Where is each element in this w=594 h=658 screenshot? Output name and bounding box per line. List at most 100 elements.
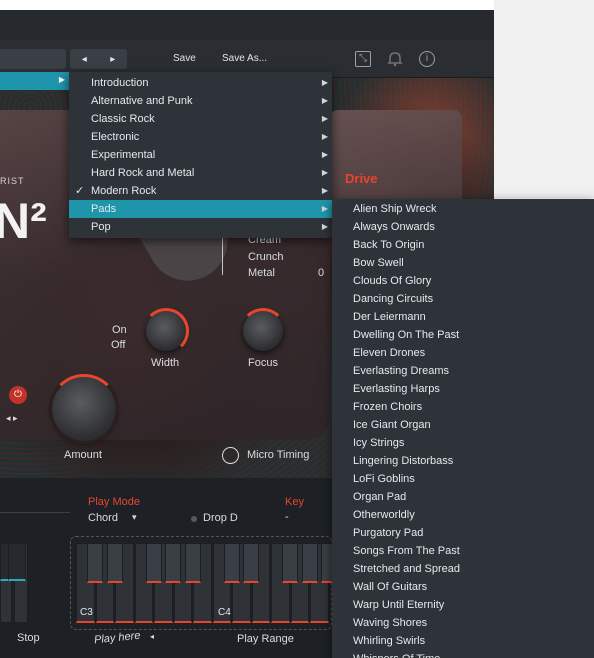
screen: ◂ ▸ Save Save As... ⤡ i Drive RIST N² Cr… xyxy=(0,0,594,658)
black-key[interactable] xyxy=(243,543,259,583)
preset-category-highlight[interactable]: ▶ xyxy=(0,72,69,90)
menu-item-electronic[interactable]: Electronic ▶ xyxy=(69,128,332,146)
submenu-item[interactable]: Clouds Of Glory xyxy=(353,272,431,290)
black-key[interactable] xyxy=(301,543,318,583)
drop-d-label[interactable]: Drop D xyxy=(203,512,238,524)
c3-label: C3 xyxy=(80,607,93,618)
width-off-label[interactable]: Off xyxy=(111,339,125,351)
drive-panel xyxy=(330,110,462,210)
amount-label: Amount xyxy=(64,449,102,461)
category-menu: Introduction ▶ Alternative and Punk ▶ Classi… xyxy=(69,72,332,238)
next-preset-button[interactable]: ▸ xyxy=(110,54,115,65)
chevron-right-icon: ▶ xyxy=(321,78,328,87)
menu-item-pop[interactable]: Pop ▶ xyxy=(69,218,332,236)
save-button[interactable]: Save xyxy=(173,53,196,64)
black-key[interactable] xyxy=(165,543,181,583)
submenu-item[interactable]: Songs From The Past xyxy=(353,542,460,560)
submenu-item[interactable]: LoFi Goblins xyxy=(353,470,415,488)
black-key[interactable] xyxy=(145,543,162,583)
menu-item-hard-rock-and-metal[interactable]: Hard Rock and Metal ▶ xyxy=(69,164,332,182)
submenu-item[interactable]: Dwelling On The Past xyxy=(353,326,459,344)
drive-label: Drive xyxy=(345,171,378,186)
key-value[interactable]: - xyxy=(285,511,289,523)
chevron-right-icon: ▶ xyxy=(321,222,328,231)
menu-item-label: Experimental xyxy=(91,149,156,161)
arrow-icon: ◂ xyxy=(150,632,155,641)
preset-browser-field[interactable] xyxy=(0,49,66,69)
chevron-right-icon: ▶ xyxy=(321,168,328,177)
submenu-item[interactable]: Dancing Circuits xyxy=(353,290,433,308)
submenu-item[interactable]: Bow Swell xyxy=(353,254,404,272)
clock-icon xyxy=(222,447,239,464)
menu-item-modern-rock[interactable]: ✓ Modern Rock ▶ xyxy=(69,182,332,200)
menu-item-alternative-and-punk[interactable]: Alternative and Punk ▶ xyxy=(69,92,332,110)
submenu-item[interactable]: Wall Of Guitars xyxy=(353,578,427,596)
menu-item-label: Classic Rock xyxy=(91,113,155,125)
submenu-item[interactable]: Icy Strings xyxy=(353,434,404,452)
tone-metal[interactable]: Metal xyxy=(248,267,275,279)
drop-d-indicator[interactable] xyxy=(191,516,197,522)
submenu-item[interactable]: Organ Pad xyxy=(353,488,406,506)
black-key[interactable] xyxy=(282,543,298,583)
submenu-item[interactable]: Everlasting Harps xyxy=(353,380,440,398)
pads-submenu: Alien Ship Wreck Always Onwards Back To Or… xyxy=(332,199,594,658)
submenu-item[interactable]: Frozen Choirs xyxy=(353,398,422,416)
save-as-button[interactable]: Save As... xyxy=(222,53,267,64)
chevron-right-icon: ▶ xyxy=(321,186,328,195)
focus-knob-ring xyxy=(240,308,286,354)
submenu-item[interactable]: Ice Giant Organ xyxy=(353,416,431,434)
preset-nav: ◂ ▸ xyxy=(70,49,127,69)
submenu-item[interactable]: Warp Until Eternity xyxy=(353,596,444,614)
tone-crunch[interactable]: Crunch xyxy=(248,251,283,263)
artist-label: RIST xyxy=(0,176,25,186)
resize-icon[interactable]: ⤡ xyxy=(355,51,371,67)
submenu-item[interactable]: Back To Origin xyxy=(353,236,424,254)
width-knob-ring xyxy=(143,308,189,354)
header-strip xyxy=(0,10,494,40)
amount-prev-icon[interactable]: ◂ ▸ xyxy=(6,413,18,424)
submenu-item[interactable]: Waving Shores xyxy=(353,614,427,632)
play-mode-value[interactable]: Chord xyxy=(88,512,118,524)
menu-item-classic-rock[interactable]: Classic Rock ▶ xyxy=(69,110,332,128)
chevron-right-icon: ▶ xyxy=(321,114,328,123)
black-key[interactable] xyxy=(223,543,240,583)
power-icon[interactable]: ⏻ xyxy=(9,386,27,404)
info-icon[interactable]: i xyxy=(419,51,435,67)
tone-bracket xyxy=(222,235,232,275)
prev-preset-button[interactable]: ◂ xyxy=(82,54,87,65)
menu-item-label: Pads xyxy=(91,203,117,215)
chevron-right-icon: ▶ xyxy=(321,132,328,141)
submenu-item[interactable]: Whispers Of Time xyxy=(353,650,440,658)
submenu-item[interactable]: Purgatory Pad xyxy=(353,524,423,542)
submenu-item[interactable]: Lingering Distorbass xyxy=(353,452,453,470)
submenu-item[interactable]: Eleven Drones xyxy=(353,344,425,362)
keyboard[interactable] xyxy=(76,543,337,623)
submenu-item[interactable]: Otherworldly xyxy=(353,506,415,524)
menu-item-experimental[interactable]: Experimental ▶ xyxy=(69,146,332,164)
instrument-logo: N² xyxy=(0,193,47,249)
chevron-down-icon[interactable]: ▾ xyxy=(132,512,137,523)
amount-knob-ring xyxy=(49,374,119,444)
menu-item-pads[interactable]: Pads ▶ xyxy=(69,200,332,218)
submenu-item[interactable]: Whirling Swirls xyxy=(353,632,425,650)
menu-item-introduction[interactable]: Introduction ▶ xyxy=(69,74,332,92)
black-key[interactable] xyxy=(87,543,103,583)
stop-keys[interactable] xyxy=(0,543,44,623)
submenu-item[interactable]: Always Onwards xyxy=(353,218,435,236)
width-on-label[interactable]: On xyxy=(112,324,127,336)
black-key[interactable] xyxy=(184,543,201,583)
menu-item-label: Pop xyxy=(91,221,111,233)
chevron-right-icon: ▶ xyxy=(321,96,328,105)
key[interactable] xyxy=(8,543,26,581)
submenu-item[interactable]: Alien Ship Wreck xyxy=(353,200,437,218)
desktop-background xyxy=(494,0,594,198)
submenu-item[interactable]: Stretched and Spread xyxy=(353,560,460,578)
black-key[interactable] xyxy=(106,543,123,583)
chevron-right-icon: ▶ xyxy=(321,150,328,159)
bell-icon[interactable] xyxy=(387,50,403,67)
menu-item-label: Alternative and Punk xyxy=(91,95,193,107)
submenu-item[interactable]: Everlasting Dreams xyxy=(353,362,449,380)
submenu-item[interactable]: Der Leiermann xyxy=(353,308,426,326)
micro-timing-label[interactable]: Micro Timing xyxy=(247,449,309,461)
divider xyxy=(0,512,70,513)
